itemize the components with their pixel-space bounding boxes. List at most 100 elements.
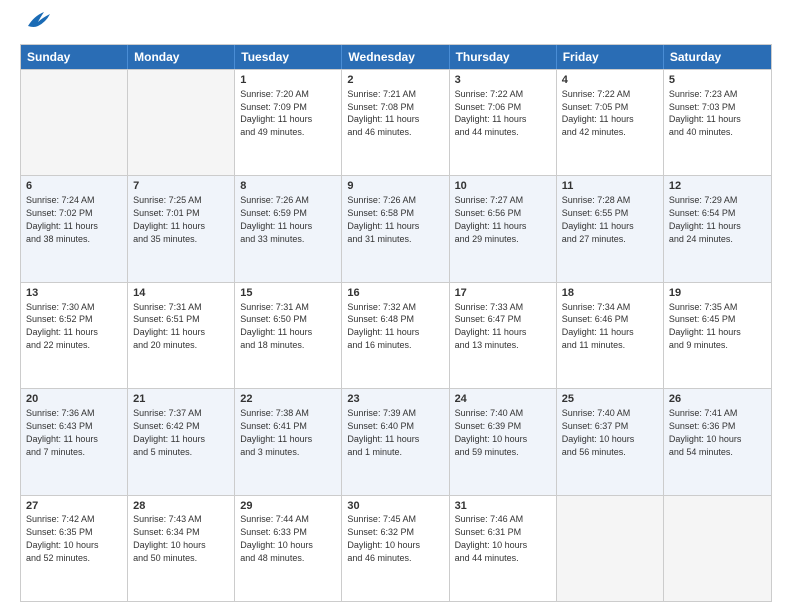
day-info: Sunrise: 7:21 AM Sunset: 7:08 PM Dayligh…	[347, 89, 419, 137]
day-cell-12: 12Sunrise: 7:29 AM Sunset: 6:54 PM Dayli…	[664, 176, 771, 281]
day-number: 10	[455, 179, 551, 194]
day-number: 16	[347, 286, 443, 301]
day-number: 24	[455, 392, 551, 407]
day-number: 12	[669, 179, 766, 194]
day-info: Sunrise: 7:26 AM Sunset: 6:58 PM Dayligh…	[347, 195, 419, 243]
day-cell-20: 20Sunrise: 7:36 AM Sunset: 6:43 PM Dayli…	[21, 389, 128, 494]
calendar-row-0: 1Sunrise: 7:20 AM Sunset: 7:09 PM Daylig…	[21, 69, 771, 175]
day-cell-10: 10Sunrise: 7:27 AM Sunset: 6:56 PM Dayli…	[450, 176, 557, 281]
page: SundayMondayTuesdayWednesdayThursdayFrid…	[0, 0, 792, 612]
day-info: Sunrise: 7:40 AM Sunset: 6:39 PM Dayligh…	[455, 408, 528, 456]
calendar-row-1: 6Sunrise: 7:24 AM Sunset: 7:02 PM Daylig…	[21, 175, 771, 281]
day-number: 6	[26, 179, 122, 194]
calendar-row-4: 27Sunrise: 7:42 AM Sunset: 6:35 PM Dayli…	[21, 495, 771, 601]
day-info: Sunrise: 7:35 AM Sunset: 6:45 PM Dayligh…	[669, 302, 741, 350]
day-cell-1: 1Sunrise: 7:20 AM Sunset: 7:09 PM Daylig…	[235, 70, 342, 175]
day-number: 23	[347, 392, 443, 407]
day-cell-23: 23Sunrise: 7:39 AM Sunset: 6:40 PM Dayli…	[342, 389, 449, 494]
calendar-row-3: 20Sunrise: 7:36 AM Sunset: 6:43 PM Dayli…	[21, 388, 771, 494]
day-number: 22	[240, 392, 336, 407]
day-cell-19: 19Sunrise: 7:35 AM Sunset: 6:45 PM Dayli…	[664, 283, 771, 388]
day-number: 5	[669, 73, 766, 88]
day-cell-28: 28Sunrise: 7:43 AM Sunset: 6:34 PM Dayli…	[128, 496, 235, 601]
weekday-header-thursday: Thursday	[450, 45, 557, 69]
day-number: 2	[347, 73, 443, 88]
day-info: Sunrise: 7:42 AM Sunset: 6:35 PM Dayligh…	[26, 514, 99, 562]
header	[20, 16, 772, 36]
logo	[20, 16, 52, 36]
logo-bird-icon	[24, 8, 52, 30]
day-cell-11: 11Sunrise: 7:28 AM Sunset: 6:55 PM Dayli…	[557, 176, 664, 281]
day-info: Sunrise: 7:38 AM Sunset: 6:41 PM Dayligh…	[240, 408, 312, 456]
day-number: 17	[455, 286, 551, 301]
day-cell-18: 18Sunrise: 7:34 AM Sunset: 6:46 PM Dayli…	[557, 283, 664, 388]
day-cell-26: 26Sunrise: 7:41 AM Sunset: 6:36 PM Dayli…	[664, 389, 771, 494]
day-cell-6: 6Sunrise: 7:24 AM Sunset: 7:02 PM Daylig…	[21, 176, 128, 281]
day-info: Sunrise: 7:22 AM Sunset: 7:05 PM Dayligh…	[562, 89, 634, 137]
empty-cell-0-0	[21, 70, 128, 175]
day-cell-29: 29Sunrise: 7:44 AM Sunset: 6:33 PM Dayli…	[235, 496, 342, 601]
day-info: Sunrise: 7:46 AM Sunset: 6:31 PM Dayligh…	[455, 514, 528, 562]
weekday-header-tuesday: Tuesday	[235, 45, 342, 69]
day-info: Sunrise: 7:26 AM Sunset: 6:59 PM Dayligh…	[240, 195, 312, 243]
day-info: Sunrise: 7:24 AM Sunset: 7:02 PM Dayligh…	[26, 195, 98, 243]
day-number: 4	[562, 73, 658, 88]
day-info: Sunrise: 7:29 AM Sunset: 6:54 PM Dayligh…	[669, 195, 741, 243]
calendar: SundayMondayTuesdayWednesdayThursdayFrid…	[20, 44, 772, 602]
day-info: Sunrise: 7:27 AM Sunset: 6:56 PM Dayligh…	[455, 195, 527, 243]
day-number: 7	[133, 179, 229, 194]
day-number: 28	[133, 499, 229, 514]
day-info: Sunrise: 7:25 AM Sunset: 7:01 PM Dayligh…	[133, 195, 205, 243]
day-number: 18	[562, 286, 658, 301]
day-cell-13: 13Sunrise: 7:30 AM Sunset: 6:52 PM Dayli…	[21, 283, 128, 388]
day-info: Sunrise: 7:32 AM Sunset: 6:48 PM Dayligh…	[347, 302, 419, 350]
day-cell-9: 9Sunrise: 7:26 AM Sunset: 6:58 PM Daylig…	[342, 176, 449, 281]
day-info: Sunrise: 7:31 AM Sunset: 6:50 PM Dayligh…	[240, 302, 312, 350]
weekday-header-sunday: Sunday	[21, 45, 128, 69]
day-number: 13	[26, 286, 122, 301]
day-info: Sunrise: 7:45 AM Sunset: 6:32 PM Dayligh…	[347, 514, 420, 562]
day-cell-4: 4Sunrise: 7:22 AM Sunset: 7:05 PM Daylig…	[557, 70, 664, 175]
weekday-header-wednesday: Wednesday	[342, 45, 449, 69]
day-info: Sunrise: 7:28 AM Sunset: 6:55 PM Dayligh…	[562, 195, 634, 243]
day-cell-30: 30Sunrise: 7:45 AM Sunset: 6:32 PM Dayli…	[342, 496, 449, 601]
day-cell-16: 16Sunrise: 7:32 AM Sunset: 6:48 PM Dayli…	[342, 283, 449, 388]
day-number: 9	[347, 179, 443, 194]
day-number: 27	[26, 499, 122, 514]
weekday-header-monday: Monday	[128, 45, 235, 69]
day-info: Sunrise: 7:20 AM Sunset: 7:09 PM Dayligh…	[240, 89, 312, 137]
day-info: Sunrise: 7:40 AM Sunset: 6:37 PM Dayligh…	[562, 408, 635, 456]
day-info: Sunrise: 7:39 AM Sunset: 6:40 PM Dayligh…	[347, 408, 419, 456]
day-number: 31	[455, 499, 551, 514]
day-cell-22: 22Sunrise: 7:38 AM Sunset: 6:41 PM Dayli…	[235, 389, 342, 494]
day-cell-15: 15Sunrise: 7:31 AM Sunset: 6:50 PM Dayli…	[235, 283, 342, 388]
day-info: Sunrise: 7:36 AM Sunset: 6:43 PM Dayligh…	[26, 408, 98, 456]
empty-cell-0-1	[128, 70, 235, 175]
day-info: Sunrise: 7:41 AM Sunset: 6:36 PM Dayligh…	[669, 408, 742, 456]
day-number: 20	[26, 392, 122, 407]
day-number: 14	[133, 286, 229, 301]
day-cell-2: 2Sunrise: 7:21 AM Sunset: 7:08 PM Daylig…	[342, 70, 449, 175]
day-number: 3	[455, 73, 551, 88]
day-cell-5: 5Sunrise: 7:23 AM Sunset: 7:03 PM Daylig…	[664, 70, 771, 175]
day-info: Sunrise: 7:43 AM Sunset: 6:34 PM Dayligh…	[133, 514, 206, 562]
day-cell-31: 31Sunrise: 7:46 AM Sunset: 6:31 PM Dayli…	[450, 496, 557, 601]
day-number: 29	[240, 499, 336, 514]
empty-cell-4-5	[557, 496, 664, 601]
day-number: 19	[669, 286, 766, 301]
weekday-header-friday: Friday	[557, 45, 664, 69]
day-info: Sunrise: 7:33 AM Sunset: 6:47 PM Dayligh…	[455, 302, 527, 350]
day-number: 15	[240, 286, 336, 301]
day-cell-3: 3Sunrise: 7:22 AM Sunset: 7:06 PM Daylig…	[450, 70, 557, 175]
day-number: 25	[562, 392, 658, 407]
day-info: Sunrise: 7:31 AM Sunset: 6:51 PM Dayligh…	[133, 302, 205, 350]
day-number: 1	[240, 73, 336, 88]
day-number: 21	[133, 392, 229, 407]
day-cell-27: 27Sunrise: 7:42 AM Sunset: 6:35 PM Dayli…	[21, 496, 128, 601]
day-info: Sunrise: 7:23 AM Sunset: 7:03 PM Dayligh…	[669, 89, 741, 137]
day-cell-14: 14Sunrise: 7:31 AM Sunset: 6:51 PM Dayli…	[128, 283, 235, 388]
calendar-body: 1Sunrise: 7:20 AM Sunset: 7:09 PM Daylig…	[21, 69, 771, 601]
day-cell-25: 25Sunrise: 7:40 AM Sunset: 6:37 PM Dayli…	[557, 389, 664, 494]
day-cell-21: 21Sunrise: 7:37 AM Sunset: 6:42 PM Dayli…	[128, 389, 235, 494]
day-cell-8: 8Sunrise: 7:26 AM Sunset: 6:59 PM Daylig…	[235, 176, 342, 281]
